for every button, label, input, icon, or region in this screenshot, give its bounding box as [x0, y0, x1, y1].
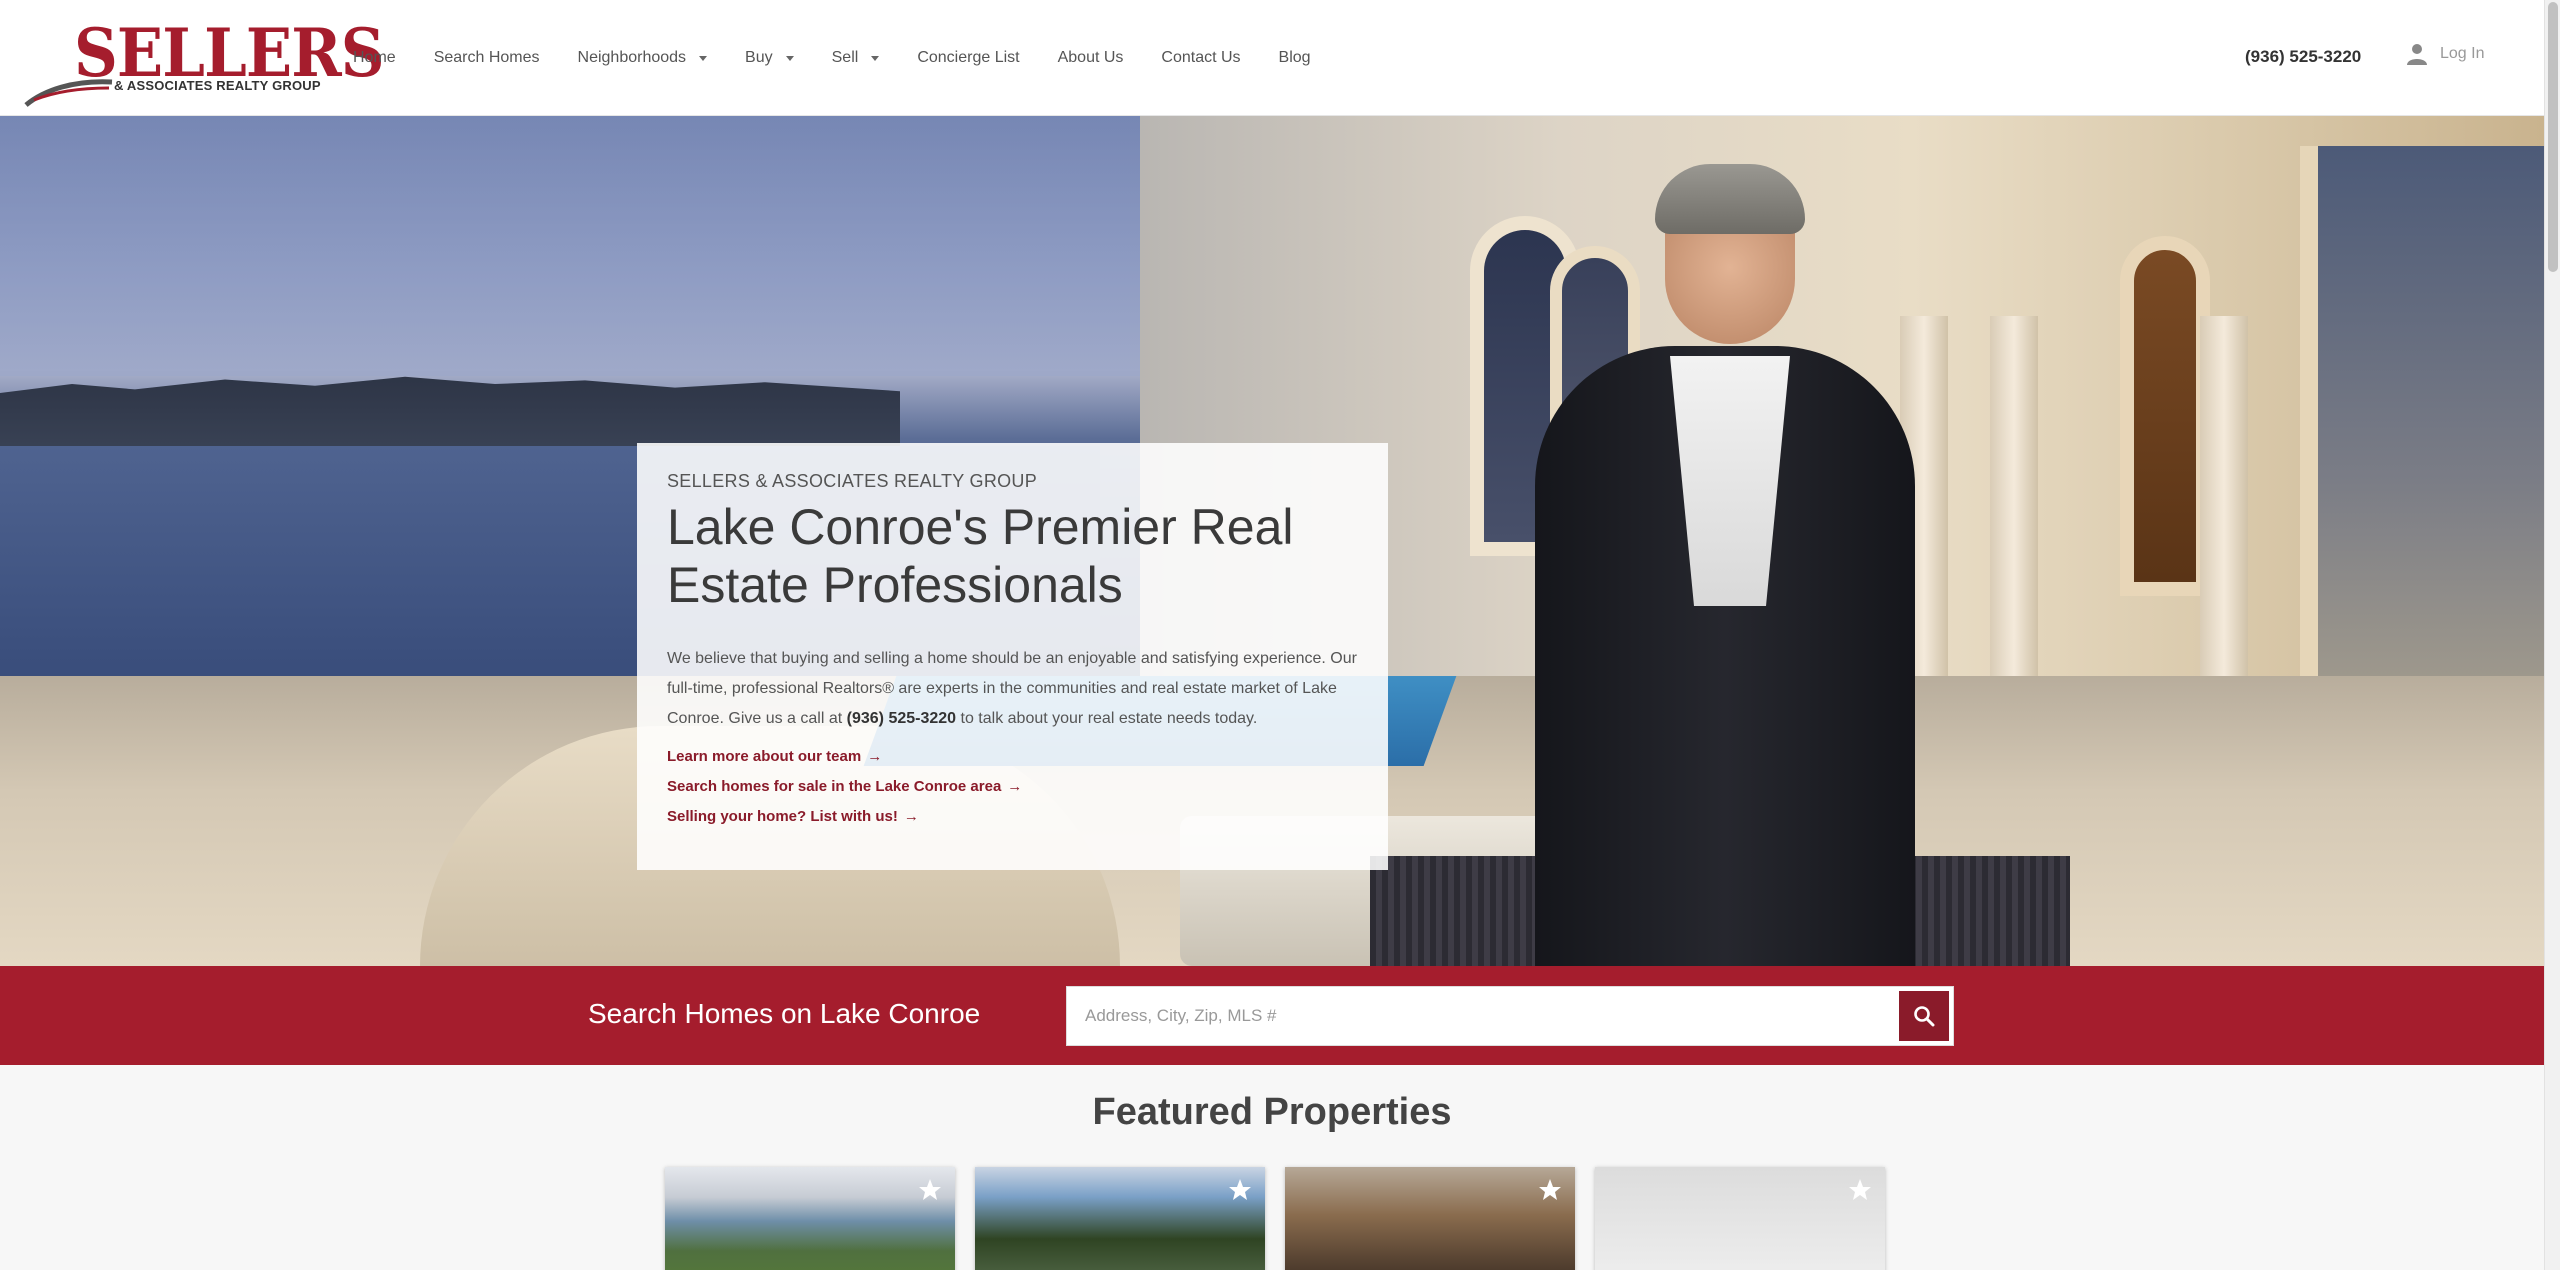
nav-label: Search Homes: [433, 49, 540, 66]
page-scrollbar[interactable]: [2544, 0, 2560, 1270]
nav-label: Buy: [745, 49, 773, 66]
search-input[interactable]: [1067, 987, 1887, 1045]
nav-item-concierge-list[interactable]: Concierge List: [917, 49, 1019, 67]
caret-down-icon: [785, 55, 794, 61]
hero-intro-card: SELLERS & ASSOCIATES REALTY GROUP Lake C…: [637, 443, 1388, 870]
learn-team-link[interactable]: Learn more about our team →: [667, 742, 1358, 772]
logo-tagline: & ASSOCIATES REALTY GROUP: [114, 78, 321, 93]
property-card[interactable]: [975, 1167, 1265, 1270]
arrow-right-icon: →: [867, 748, 883, 765]
link-label: Selling your home? List with us!: [667, 808, 898, 825]
logo-wordmark: SELLERS: [74, 14, 385, 92]
search-heading: Search Homes on Lake Conroe: [588, 998, 981, 1029]
arrow-right-icon: →: [903, 808, 919, 825]
nav-label: Concierge List: [917, 49, 1020, 66]
nav-label: Sell: [831, 49, 859, 66]
nav-label: Blog: [1278, 49, 1311, 66]
hero-description: We believe that buying and selling a hom…: [667, 644, 1358, 734]
link-label: Learn more about our team: [667, 748, 862, 765]
property-card[interactable]: [1595, 1167, 1885, 1270]
hero-text-part: to talk about your real estate needs tod…: [956, 710, 1258, 727]
nav-item-home[interactable]: Home: [353, 49, 396, 67]
site-logo[interactable]: SELLERS & ASSOCIATES REALTY GROUP: [24, 20, 385, 107]
hero-window: [2300, 146, 2544, 706]
nav-item-search-homes[interactable]: Search Homes: [434, 49, 540, 67]
arrow-right-icon: →: [1007, 778, 1023, 795]
search-lake-conroe-link[interactable]: Search homes for sale in the Lake Conroe…: [667, 772, 1358, 802]
search-icon: [1914, 1006, 1935, 1027]
hero-title: Lake Conroe's Premier Real Estate Profes…: [667, 499, 1294, 613]
hero-person-hair: [1655, 164, 1805, 234]
nav-label: Contact Us: [1161, 49, 1241, 66]
nav-item-about-us[interactable]: About Us: [1058, 49, 1124, 67]
hero-eyebrow: SELLERS & ASSOCIATES REALTY GROUP: [667, 471, 1038, 491]
featured-title: Featured Properties: [1092, 1091, 1452, 1133]
nav-item-buy[interactable]: Buy: [745, 49, 794, 67]
featured-section: Featured Properties: [0, 1065, 2544, 1270]
nav-item-blog[interactable]: Blog: [1279, 49, 1311, 67]
main-nav: Home Search Homes Neighborhoods Buy Sell…: [353, 0, 1349, 116]
header-phone-link[interactable]: (936) 525-3220: [2245, 47, 2361, 67]
hero-door: [2120, 236, 2210, 596]
hero-column: [2200, 316, 2248, 736]
star-icon[interactable]: [1225, 1175, 1255, 1205]
caret-down-icon: [871, 55, 880, 61]
search-band: Search Homes on Lake Conroe: [0, 966, 2544, 1065]
star-icon[interactable]: [915, 1175, 945, 1205]
login-button[interactable]: Log In: [2406, 43, 2484, 65]
nav-item-contact-us[interactable]: Contact Us: [1161, 49, 1240, 67]
star-icon[interactable]: [1535, 1175, 1565, 1205]
nav-item-neighborhoods[interactable]: Neighborhoods: [578, 49, 708, 67]
user-icon: [2407, 44, 2427, 65]
site-header: SELLERS & ASSOCIATES REALTY GROUP Home S…: [0, 0, 2544, 116]
hero-banner: SELLERS & ASSOCIATES REALTY GROUP Lake C…: [0, 116, 2544, 966]
nav-item-sell[interactable]: Sell: [832, 49, 880, 67]
link-label: Search homes for sale in the Lake Conroe…: [667, 778, 1002, 795]
search-box: [1066, 986, 1954, 1046]
scrollbar-thumb[interactable]: [2548, 2, 2558, 272]
search-button[interactable]: [1899, 991, 1949, 1041]
star-icon[interactable]: [1845, 1175, 1875, 1205]
nav-label: Neighborhoods: [577, 49, 687, 66]
property-card[interactable]: [1285, 1167, 1575, 1270]
hero-phone: (936) 525-3220: [846, 710, 957, 727]
nav-label: About Us: [1057, 49, 1124, 66]
hero-column: [1990, 316, 2038, 736]
property-card[interactable]: [665, 1167, 955, 1270]
login-label: Log In: [2440, 45, 2485, 62]
list-with-us-link[interactable]: Selling your home? List with us! →: [667, 802, 1358, 832]
caret-down-icon: [699, 55, 708, 61]
nav-label: Home: [353, 49, 396, 66]
